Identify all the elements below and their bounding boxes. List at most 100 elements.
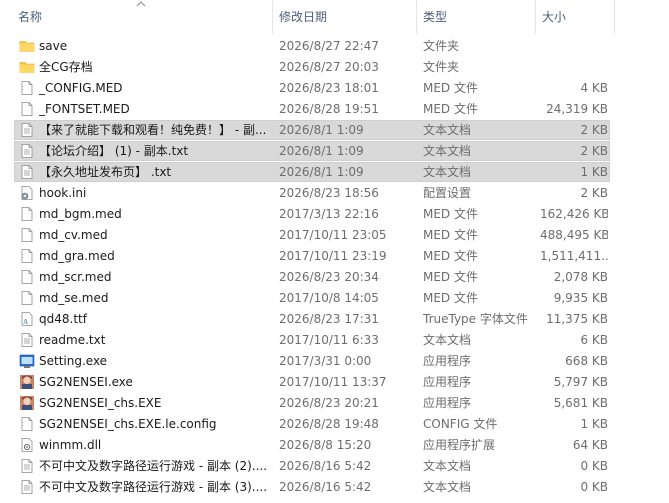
file-modified-date: 2026/8/23 20:21 — [279, 396, 379, 410]
file-name: 【永久地址发布页】 .txt — [39, 165, 172, 179]
file-size: 9,935 KB — [553, 291, 608, 305]
column-divider[interactable] — [416, 0, 417, 34]
file-name: 不可中文及数字路径运行游戏 - 副本 (3).... — [39, 480, 267, 494]
file-type: MED 文件 — [423, 249, 478, 263]
file-size: 1 KB — [580, 417, 608, 431]
column-header-name[interactable]: 名称 — [18, 8, 268, 26]
file-row[interactable]: readme.txt 2017/10/11 6:33 文本文档 6 KB — [0, 330, 669, 351]
file-type: 文件夹 — [423, 39, 460, 53]
file-name: readme.txt — [39, 333, 106, 347]
file-name: 【来了就能下载和观看！纯免费！】 - 副... — [39, 123, 267, 137]
file-name: 不可中文及数字路径运行游戏 - 副本 (2).... — [39, 459, 267, 473]
file-icon — [19, 269, 35, 285]
file-icon — [19, 290, 35, 306]
file-type: 文本文档 — [423, 123, 472, 137]
file-type: 应用程序 — [423, 396, 472, 410]
font-file-icon: A — [19, 311, 35, 327]
folder-icon — [19, 38, 35, 54]
column-header-size[interactable]: 大小 — [542, 8, 612, 26]
dll-file-icon — [19, 437, 35, 453]
file-modified-date: 2017/10/11 23:05 — [279, 228, 387, 242]
file-type: 配置设置 — [423, 186, 472, 200]
file-name: save — [39, 39, 68, 53]
file-modified-date: 2026/8/8 15:20 — [279, 438, 372, 452]
file-row[interactable]: Aqd48.ttf 2026/8/23 17:31 TrueType 字体文件 11,… — [0, 309, 669, 330]
file-modified-date: 2026/8/23 18:56 — [279, 186, 379, 200]
file-modified-date: 2026/8/23 20:34 — [279, 270, 379, 284]
column-header-bar: 名称 修改日期 类型 大小 — [0, 0, 669, 34]
file-size: 1 KB — [580, 165, 608, 179]
column-divider[interactable] — [614, 0, 615, 34]
file-size: 2 KB — [580, 123, 608, 137]
file-name: md_scr.med — [39, 270, 112, 284]
column-divider[interactable] — [272, 0, 273, 34]
file-row[interactable]: SG2NENSEI_chs.EXE 2026/8/23 20:21 应用程序 5,68… — [0, 393, 669, 414]
file-name: hook.ini — [39, 186, 87, 200]
file-name: md_gra.med — [39, 249, 115, 263]
file-icon — [19, 227, 35, 243]
file-name: md_se.med — [39, 291, 109, 305]
file-type: 文本文档 — [423, 144, 472, 158]
file-modified-date: 2017/10/11 23:19 — [279, 249, 387, 263]
file-modified-date: 2026/8/1 1:09 — [279, 165, 364, 179]
file-row[interactable]: _CONFIG.MED 2026/8/23 18:01 MED 文件 4 KB — [0, 78, 669, 99]
file-row[interactable]: Setting.exe 2017/3/31 0:00 应用程序 668 KB — [0, 351, 669, 372]
svg-text:A: A — [23, 318, 28, 326]
file-row[interactable]: md_scr.med 2026/8/23 20:34 MED 文件 2,078 KB — [0, 267, 669, 288]
text-file-icon — [19, 164, 35, 180]
file-modified-date: 2026/8/23 17:31 — [279, 312, 379, 326]
file-size — [540, 57, 608, 78]
file-row[interactable]: winmm.dll 2026/8/8 15:20 应用程序扩展 64 KB — [0, 435, 669, 456]
folder-icon — [19, 59, 35, 75]
file-row[interactable]: hook.ini 2026/8/23 18:56 配置设置 2 KB — [0, 183, 669, 204]
file-size: 0 KB — [580, 459, 608, 473]
file-row[interactable]: md_se.med 2017/10/8 14:05 MED 文件 9,935 KB — [0, 288, 669, 309]
file-name: Setting.exe — [39, 354, 108, 368]
column-header-date[interactable]: 修改日期 — [279, 8, 414, 26]
column-header-type[interactable]: 类型 — [423, 8, 533, 26]
sort-ascending-icon[interactable] — [136, 0, 146, 7]
file-name: winmm.dll — [39, 438, 102, 452]
file-row[interactable]: 全CG存档 2026/8/27 20:03 文件夹 — [0, 57, 669, 78]
file-modified-date: 2026/8/16 5:42 — [279, 480, 372, 494]
file-row[interactable]: 【来了就能下载和观看！纯免费！】 - 副... 2026/8/1 1:09 文本文档… — [0, 120, 669, 141]
file-icon — [19, 416, 35, 432]
file-row[interactable]: md_cv.med 2017/10/11 23:05 MED 文件 488,495 K… — [0, 225, 669, 246]
file-modified-date: 2026/8/27 22:47 — [279, 39, 379, 53]
column-divider[interactable] — [535, 0, 536, 34]
file-name: _FONTSET.MED — [39, 102, 130, 116]
file-modified-date: 2026/8/1 1:09 — [279, 144, 364, 158]
file-row[interactable]: 【论坛介绍】 (1) - 副本.txt 2026/8/1 1:09 文本文档 2 KB — [0, 141, 669, 162]
file-name: md_bgm.med — [39, 207, 122, 221]
text-file-icon — [19, 332, 35, 348]
file-modified-date: 2026/8/1 1:09 — [279, 123, 364, 137]
file-size: 2,078 KB — [553, 270, 608, 284]
file-name: 【论坛介绍】 (1) - 副本.txt — [39, 144, 189, 158]
settings-app-icon — [19, 353, 35, 369]
file-row[interactable]: 不可中文及数字路径运行游戏 - 副本 (3).... 2026/8/16 5:42… — [0, 477, 669, 498]
file-modified-date: 2017/10/11 13:37 — [279, 375, 387, 389]
file-icon — [19, 80, 35, 96]
file-row[interactable]: md_gra.med 2017/10/11 23:19 MED 文件 1,511,41… — [0, 246, 669, 267]
file-row[interactable]: SG2NENSEI_chs.EXE.le.config 2026/8/28 19:… — [0, 414, 669, 435]
file-modified-date: 2026/8/28 19:48 — [279, 417, 379, 431]
file-row[interactable]: SG2NENSEI.exe 2017/10/11 13:37 应用程序 5,797 K… — [0, 372, 669, 393]
game-app-icon — [19, 374, 35, 390]
file-type: 应用程序扩展 — [423, 438, 496, 452]
file-name: _CONFIG.MED — [39, 81, 123, 95]
file-row[interactable]: md_bgm.med 2017/3/13 22:16 MED 文件 162,426 K… — [0, 204, 669, 225]
file-type: 应用程序 — [423, 375, 472, 389]
file-type: MED 文件 — [423, 81, 478, 95]
file-modified-date: 2017/3/13 22:16 — [279, 207, 379, 221]
file-row[interactable]: 【永久地址发布页】 .txt 2026/8/1 1:09 文本文档 1 KB — [0, 162, 669, 183]
text-file-icon — [19, 479, 35, 495]
file-size: 5,797 KB — [553, 375, 608, 389]
file-row[interactable]: save 2026/8/27 22:47 文件夹 — [0, 36, 669, 57]
file-type: MED 文件 — [423, 291, 478, 305]
file-size: 6 KB — [580, 333, 608, 347]
file-row[interactable]: _FONTSET.MED 2026/8/28 19:51 MED 文件 24,319 … — [0, 99, 669, 120]
text-file-icon — [19, 122, 35, 138]
file-type: 文本文档 — [423, 333, 472, 347]
file-modified-date: 2017/10/11 6:33 — [279, 333, 379, 347]
file-row[interactable]: 不可中文及数字路径运行游戏 - 副本 (2).... 2026/8/16 5:42… — [0, 456, 669, 477]
